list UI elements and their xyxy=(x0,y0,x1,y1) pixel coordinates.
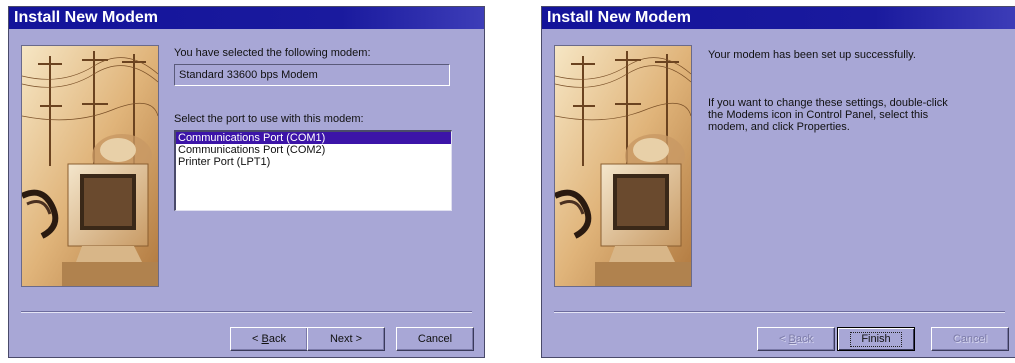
back-prefix: < xyxy=(252,333,262,345)
install-modem-dialog-success: Install New Modem Your modem has been se… xyxy=(541,6,1015,358)
finish-button[interactable]: Finish xyxy=(837,327,915,351)
back-rest: ack xyxy=(795,333,813,345)
back-accelerator: B xyxy=(261,333,269,345)
install-modem-dialog-port-select: Install New Modem You have selected the … xyxy=(8,6,485,358)
success-message: Your modem has been set up successfully. xyxy=(708,49,916,61)
back-button[interactable]: < Back xyxy=(757,327,835,351)
cancel-button[interactable]: Cancel xyxy=(396,327,474,351)
back-prefix: < xyxy=(779,333,789,345)
cancel-button[interactable]: Cancel xyxy=(931,327,1009,351)
port-item-com2[interactable]: Communications Port (COM2) xyxy=(176,144,451,156)
selected-modem-label: You have selected the following modem: xyxy=(174,47,371,59)
dialog-title: Install New Modem xyxy=(9,7,484,29)
info-line-3: modem, and click Properties. xyxy=(708,121,850,133)
back-accelerator: B xyxy=(788,333,796,345)
button-separator xyxy=(554,311,1005,313)
modem-name-field: Standard 33600 bps Modem xyxy=(174,64,450,86)
port-listbox[interactable]: Communications Port (COM1) Communication… xyxy=(174,130,452,211)
dialog-title: Install New Modem xyxy=(542,7,1015,29)
port-select-label: Select the port to use with this modem: xyxy=(174,113,364,125)
finish-label: Finish xyxy=(850,332,902,347)
back-button[interactable]: < Back xyxy=(230,327,308,351)
wizard-art-image xyxy=(21,45,159,287)
next-button[interactable]: Next > xyxy=(307,327,385,351)
back-rest: ack xyxy=(268,333,286,345)
wizard-art-image xyxy=(554,45,692,287)
port-item-lpt1[interactable]: Printer Port (LPT1) xyxy=(176,156,451,168)
button-separator xyxy=(21,311,472,313)
port-item-com1[interactable]: Communications Port (COM1) xyxy=(176,132,451,144)
